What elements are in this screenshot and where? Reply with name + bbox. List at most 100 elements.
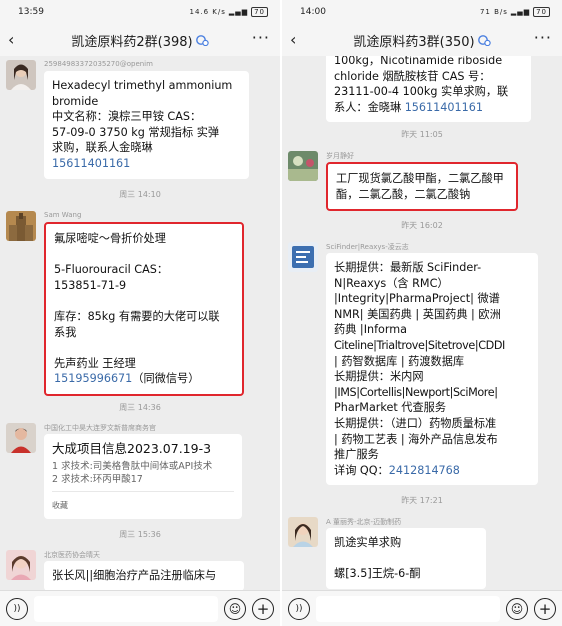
emoji-icon[interactable]: ☺	[224, 598, 246, 620]
message-bubble-highlighted[interactable]: 氟尿嘧啶～骨折价处理 5-Fluorouracil CAS： 153851-71…	[44, 222, 244, 396]
input-bar: )) ☺ +	[0, 590, 280, 626]
back-icon[interactable]: ‹	[290, 30, 296, 49]
voice-icon[interactable]: ))	[288, 598, 310, 620]
timestamp: 周三 15:36	[119, 530, 161, 539]
message-text: 推广服务	[334, 448, 379, 462]
message-text: 23111-00-4 100kg 实单求购，联	[334, 85, 509, 99]
message-text: 库存：85kg 有需要的大佬可以联	[54, 309, 220, 323]
message-item: A 董丽秀-北京-迈勤制药 凯途实单求购 螺[3.5]王烷-6-酮	[288, 517, 556, 590]
qq-link[interactable]: 2412814768	[389, 464, 460, 477]
message-item: Sam Wang 氟尿嘧啶～骨折价处理 5-Fluorouracil CAS： …	[6, 211, 274, 396]
message-item: 岁月静好 工厂现货氯乙酸甲酯，二氯乙酸甲 酯，二氯乙酸，二氯乙酸钠	[288, 151, 556, 212]
sender-name: A 董丽秀-北京-迈勤制药	[326, 518, 402, 526]
status-time: 13:59	[18, 7, 44, 17]
chat-title: 凯途原料药3群(350)	[353, 31, 491, 50]
qq-label: 详询 QQ：	[334, 463, 389, 477]
group-icon	[195, 34, 209, 46]
message-text: 5-Fluorouracil CAS：	[54, 263, 169, 277]
message-text: NMR| 美国药典 | 英国药典 | 欧洲	[334, 307, 501, 321]
message-text: |Integrity|PharmaProject| 微谱	[334, 292, 500, 306]
sender-name: Sam Wang	[44, 211, 82, 219]
sender-name: 25984983372035270@openim	[44, 60, 153, 68]
plus-icon[interactable]: +	[534, 598, 556, 620]
message-item: 25984983372035270@openim Hexadecyl trime…	[6, 60, 274, 179]
message-text: 长期提供：米内网	[334, 370, 424, 384]
card-message[interactable]: 大成项目信息2023.07.19-3 1 求技术:司美格鲁肽中间体或API技术 …	[44, 434, 242, 520]
message-text: 153851-71-9	[54, 278, 127, 292]
chat-title-text: 凯途原料药2群(398)	[71, 34, 193, 50]
message-text: 系我	[54, 325, 77, 339]
sender-name: SciFinder|Reaxys-凌云志	[326, 243, 409, 251]
more-icon[interactable]: ···	[534, 28, 552, 47]
message-text: PharMarket 代查服务	[334, 401, 447, 415]
message-bubble[interactable]: 张长风||细胞治疗产品注册临床与	[44, 561, 244, 590]
message-text	[334, 551, 478, 567]
message-text: |IMS|Cortellis|Newport|SciMore|	[334, 385, 498, 399]
avatar[interactable]	[288, 517, 318, 547]
message-text: 长期提供：（进口）药物质量标准	[334, 416, 497, 430]
avatar[interactable]	[6, 211, 36, 241]
timestamp: 昨天 17:21	[401, 496, 443, 505]
message-text	[54, 293, 234, 309]
message-text: bromide	[52, 94, 99, 108]
message-item: 100kg，Nicotinamide riboside chloride 烟酰胺…	[288, 56, 556, 123]
message-item: 北京医药协会晴天 张长风||细胞治疗产品注册临床与	[6, 550, 274, 590]
signal-icon: ▂▄▆	[228, 8, 249, 16]
message-bubble[interactable]: 100kg，Nicotinamide riboside chloride 烟酰胺…	[326, 56, 531, 123]
message-input[interactable]	[316, 596, 500, 622]
message-input[interactable]	[34, 596, 218, 622]
title-bar: ‹ 凯途原料药2群(398) ···	[0, 24, 280, 56]
signal-icon: ▂▄▆	[510, 8, 531, 16]
more-icon[interactable]: ···	[252, 28, 270, 47]
message-text	[54, 247, 234, 263]
phone-link[interactable]: 15195996671	[54, 372, 132, 385]
battery-icon: 70	[533, 7, 550, 17]
back-icon[interactable]: ‹	[8, 30, 14, 49]
message-text: | 药物工艺表 | 海外产品信息发布	[334, 432, 498, 446]
phone-link[interactable]: 15611401161	[405, 101, 483, 114]
message-text: 螺[3.5]王烷-6-酮	[334, 567, 421, 581]
plus-icon[interactable]: +	[252, 598, 274, 620]
message-bubble[interactable]: 长期提供：最新版 SciFinder- N|Reaxys（含 RMC） |Int…	[326, 253, 538, 486]
message-list[interactable]: 100kg，Nicotinamide riboside chloride 烟酰胺…	[282, 56, 562, 590]
message-text: | 药智数据库 | 药渡数据库	[334, 354, 465, 368]
net-speed: 14.6 K/s	[189, 8, 226, 16]
emoji-icon[interactable]: ☺	[506, 598, 528, 620]
message-list[interactable]: 25984983372035270@openim Hexadecyl trime…	[0, 56, 280, 590]
phone-link[interactable]: 15611401161	[52, 156, 241, 172]
card-text: 1 求技术:司美格鲁肽中间体或API技术	[52, 460, 213, 472]
message-text: 张长风||细胞治疗产品注册临床与	[52, 569, 217, 582]
chat-title-text: 凯途原料药3群(350)	[353, 34, 475, 50]
message-text: Hexadecyl trimethyl ammonium	[52, 79, 233, 92]
message-text: 凯途实单求购	[334, 536, 402, 549]
card-text: 2 求技术:环丙甲酸17	[52, 473, 143, 485]
title-bar: ‹ 凯途原料药3群(350) ···	[282, 24, 562, 56]
message-bubble[interactable]: 凯途实单求购 螺[3.5]王烷-6-酮	[326, 528, 486, 589]
message-text: 工厂现货氯乙酸甲酯，二氯乙酸甲	[336, 172, 504, 185]
message-text: N|Reaxys（含 RMC）	[334, 276, 449, 290]
timestamp: 昨天 16:02	[401, 221, 443, 230]
message-bubble[interactable]: Hexadecyl trimethyl ammonium bromide 中文名…	[44, 71, 249, 179]
avatar[interactable]	[6, 60, 36, 90]
group-icon	[477, 34, 491, 46]
message-text: 长期提供：最新版 SciFinder-	[334, 261, 482, 274]
sender-name: 岁月静好	[326, 152, 354, 160]
message-text	[54, 340, 234, 356]
avatar[interactable]	[288, 242, 318, 272]
status-bar: 13:59 14.6 K/s ▂▄▆ 70	[0, 0, 280, 24]
message-item: SciFinder|Reaxys-凌云志 长期提供：最新版 SciFinder-…	[288, 242, 556, 487]
message-item: 中国化工中昊大连罗文新普席商务官 大成项目信息2023.07.19-3 1 求技…	[6, 423, 274, 520]
message-text: 药典 |Informa	[334, 323, 408, 337]
avatar[interactable]	[6, 423, 36, 453]
voice-icon[interactable]: ))	[6, 598, 28, 620]
avatar[interactable]	[288, 151, 318, 181]
status-bar: 14:00 71 B/s ▂▄▆ 70	[282, 0, 562, 24]
message-text: Citeline|Trialtrove|Sitetrove|CDDI	[334, 338, 505, 352]
avatar[interactable]	[6, 550, 36, 580]
status-icons: 14.6 K/s ▂▄▆ 70	[189, 7, 268, 17]
status-icons: 71 B/s ▂▄▆ 70	[480, 7, 550, 17]
message-bubble-highlighted[interactable]: 工厂现货氯乙酸甲酯，二氯乙酸甲 酯，二氯乙酸，二氯乙酸钠	[326, 162, 518, 212]
timestamp: 周三 14:36	[119, 403, 161, 412]
chat-title: 凯途原料药2群(398)	[71, 31, 209, 50]
message-text: 求购，联系人金晓琳	[52, 141, 153, 155]
